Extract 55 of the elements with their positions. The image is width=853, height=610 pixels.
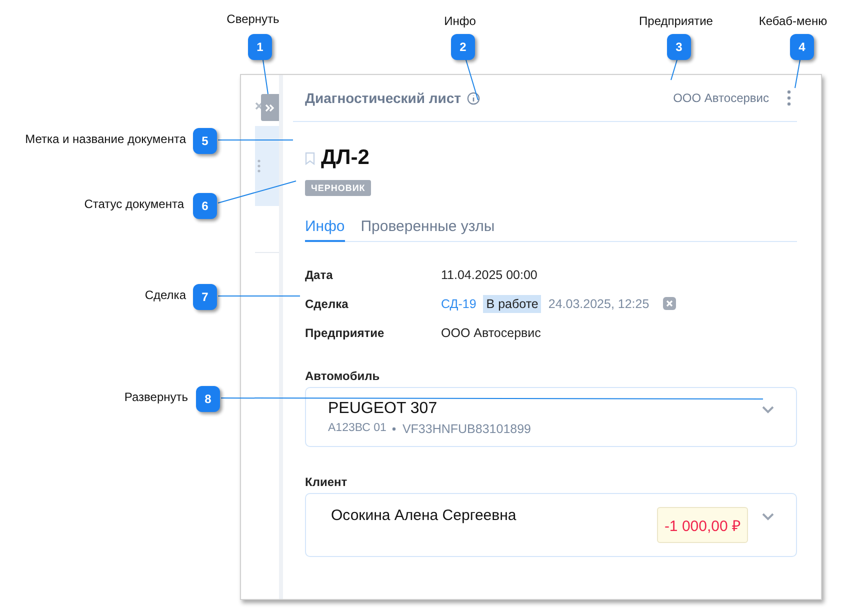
double-chevron-icon <box>265 102 275 112</box>
callout-label: Кебаб-меню <box>758 14 828 28</box>
section-label: Клиент <box>305 475 348 489</box>
kebab-icon <box>257 159 261 173</box>
client-name: Осокина Алена Сергеевна <box>331 507 518 524</box>
callout-number: 4 <box>790 34 814 60</box>
company-name: ООО Автосервис <box>673 91 769 105</box>
leader-line <box>670 60 678 80</box>
field-value: 11.04.2025 00:00 <box>441 268 538 282</box>
field-label: Дата <box>305 268 334 282</box>
callout-label: Сделка <box>144 288 186 302</box>
collapse-button[interactable] <box>261 94 279 121</box>
license-plate: А123ВС 01 <box>328 422 386 436</box>
callout-number: 5 <box>193 128 217 154</box>
bookmark-icon[interactable] <box>305 152 315 164</box>
sidebar-item[interactable] <box>255 126 279 206</box>
callout-label: Статус документа <box>84 197 184 211</box>
kebab-icon <box>787 90 791 106</box>
callout-number: 1 <box>248 34 272 60</box>
callout-number: 6 <box>193 193 217 219</box>
vin-number: VF33HNFUB83101899 <box>402 422 531 436</box>
clear-icon[interactable] <box>663 297 676 310</box>
document-title: ДЛ-2 <box>321 146 370 170</box>
leader-line <box>794 60 800 88</box>
panel-title: Диагностический лист <box>305 90 462 106</box>
info-icon[interactable] <box>467 92 480 104</box>
deal-status: В работе <box>483 294 542 312</box>
deal-link[interactable]: СД-19 <box>441 296 476 310</box>
leader-line <box>262 60 268 94</box>
field-label: Предприятие <box>305 326 386 340</box>
callout-number: 3 <box>667 34 691 60</box>
leader-line <box>466 60 478 100</box>
vehicle-name: PEUGEOT 307 <box>328 400 438 418</box>
field-value: ООО Автосервис <box>441 326 541 340</box>
chevron-icon[interactable] <box>762 513 774 521</box>
tab[interactable]: Проверенные узлы <box>360 218 495 242</box>
tab[interactable]: Инфо <box>305 218 345 242</box>
status-badge: ЧЕРНОВИК <box>305 180 372 196</box>
section-label: Автомобиль <box>305 369 381 383</box>
vehicle-card[interactable]: PEUGEOT 307 А123ВС 01 VF33HNFUB83101899 <box>305 387 797 447</box>
callout-number: 2 <box>451 34 475 60</box>
callout-label: Предприятие <box>639 14 713 28</box>
separator-dot-icon <box>392 427 396 431</box>
deal-date: 24.03.2025, 12:25 <box>548 296 650 310</box>
callout-label: Метка и название документа <box>25 132 186 146</box>
chevron-icon[interactable] <box>762 406 774 414</box>
field-label: Сделка <box>305 296 350 310</box>
callout-number: 7 <box>193 284 217 310</box>
callout-label: Инфо <box>444 14 476 28</box>
balance-badge: -1 000,00 ₽ <box>657 507 748 543</box>
callout-number: 8 <box>196 386 220 412</box>
close-icon[interactable] <box>255 102 263 110</box>
client-card[interactable]: Осокина Алена Сергеевна -1 000,00 ₽ <box>305 493 797 557</box>
callout-label: Развернуть <box>124 390 188 404</box>
callout-label: Свернуть <box>226 12 280 26</box>
